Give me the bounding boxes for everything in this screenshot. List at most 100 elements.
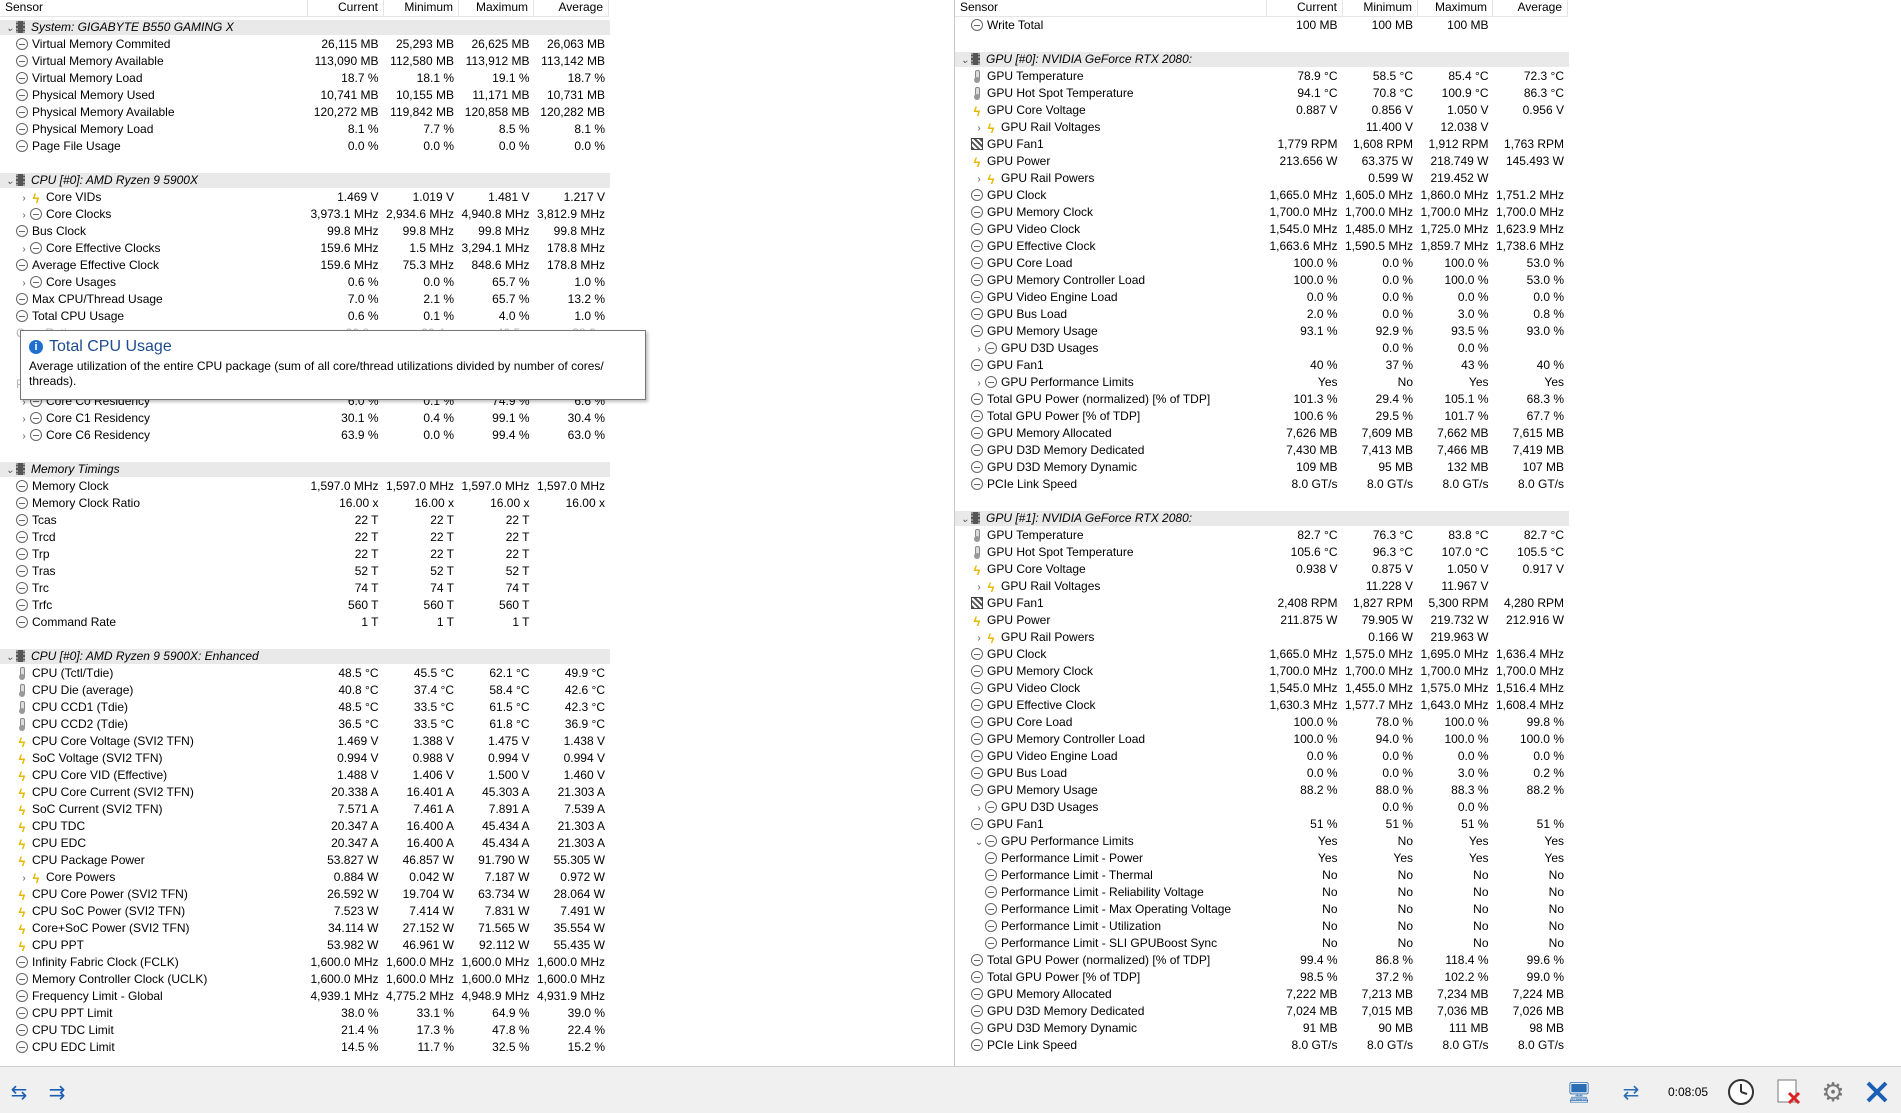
maximum-value: 1,597.0 MHz [461, 479, 530, 493]
col-sensor-right[interactable]: Sensor [955, 0, 1267, 17]
sensor-label: CPU CCD2 (Tdie) [32, 717, 129, 731]
collapse-chevron-icon[interactable]: ⌄ [973, 834, 985, 850]
expand-chevron-icon[interactable]: › [18, 411, 30, 427]
col-average-right[interactable]: Average [1493, 0, 1568, 17]
minimum-value: 0.1 % [423, 309, 454, 323]
column-header[interactable]: Sensor Current Minimum Maximum Average [0, 0, 609, 17]
sensor-name-cell: ϟ CPU PPT [0, 937, 308, 954]
col-sensor[interactable]: Sensor [0, 0, 308, 17]
col-average[interactable]: Average [534, 0, 609, 17]
collapse-chevron-icon[interactable]: ⌄ [959, 511, 971, 527]
expand-chevron-icon[interactable]: › [18, 275, 30, 291]
maximum-value: 1.475 V [488, 734, 530, 748]
maximum-value: 51 % [1461, 817, 1489, 831]
sensor-clock-icon [971, 359, 983, 371]
gear-icon[interactable]: ⚙ [1816, 1077, 1850, 1107]
lightning-bolt-icon: ϟ [987, 172, 995, 187]
sensor-clock-icon [985, 920, 997, 932]
sensor-name-cell: ⌄ GPU [#0]: NVIDIA GeForce RTX 2080: [955, 51, 1267, 68]
minimum-value: No [1397, 834, 1413, 848]
sensor-name-cell: ⌄ GPU Performance Limits [955, 833, 1267, 850]
sensor-label: Core Clocks [46, 207, 112, 221]
sensor-name-cell: GPU Effective Clock [955, 697, 1267, 714]
sensor-name-cell: Physical Memory Used [0, 87, 308, 104]
sensor-label: CPU Core Power (SVI2 TFN) [32, 887, 188, 901]
expand-chevron-icon[interactable]: › [973, 341, 985, 357]
col-minimum-right[interactable]: Minimum [1343, 0, 1418, 17]
average-value: 1,751.2 MHz [1495, 188, 1564, 202]
exit-icon[interactable] [1860, 1077, 1894, 1107]
sensor-name-cell: Memory Clock Ratio [0, 495, 308, 512]
minimum-value: 74 T [430, 581, 454, 595]
average-value: 1,700.0 MHz [1495, 664, 1564, 678]
expand-chevron-icon[interactable]: › [18, 428, 30, 444]
current-value: 98.5 % [1300, 970, 1338, 984]
sensor-name-cell: ϟ CPU Core Current (SVI2 TFN) [0, 784, 308, 801]
maximum-value: 0.0 % [1457, 341, 1489, 355]
sensor-clock-icon [971, 988, 983, 1000]
sensor-label: Performance Limit - SLI GPUBoost Sync [1001, 936, 1218, 950]
current-value: 0.0 % [1306, 749, 1338, 763]
sensor-clock-icon [971, 393, 983, 405]
collapse-chevron-icon[interactable]: ⌄ [4, 20, 16, 36]
sensor-clock-icon [16, 106, 28, 118]
minimum-value: 7,609 MB [1361, 426, 1413, 440]
collapse-chevron-icon[interactable]: ⌄ [959, 52, 971, 68]
sensor-clock-icon [16, 1024, 28, 1036]
sensor-name-cell: GPU Hot Spot Temperature [955, 85, 1267, 102]
sensor-pane-left[interactable]: Sensor Current Minimum Maximum Average ⌄… [0, 0, 955, 1066]
expand-chevron-icon[interactable]: › [973, 120, 985, 136]
maximum-value: 113,912 MB [465, 54, 530, 68]
average-value: 98 MB [1529, 1021, 1564, 1035]
sensor-label: GPU Fan1 [987, 817, 1044, 831]
col-minimum[interactable]: Minimum [384, 0, 459, 17]
minimum-value: 46.961 W [402, 938, 454, 952]
minimum-value: 25,293 MB [395, 37, 454, 51]
sensor-pane-right[interactable]: Sensor Current Minimum Maximum Average W… [955, 0, 1901, 1066]
collapse-chevron-icon[interactable]: ⌄ [4, 462, 16, 478]
average-value: No [1548, 885, 1564, 899]
collapse-chevron-icon[interactable]: ⌄ [4, 173, 16, 189]
close-log-icon[interactable] [1772, 1077, 1806, 1107]
collapse-chevron-icon[interactable]: ⌄ [4, 649, 16, 665]
current-value: 1,665.0 MHz [1269, 647, 1338, 661]
col-maximum[interactable]: Maximum [459, 0, 534, 17]
sensor-clock-icon [16, 990, 28, 1002]
col-current-right[interactable]: Current [1267, 0, 1343, 17]
sensor-name-cell: Command Rate [0, 614, 308, 631]
sensor-name-cell: Performance Limit - Utilization [955, 918, 1267, 935]
minimum-value: 0.166 W [1368, 630, 1413, 644]
current-value: 91 MB [1302, 1021, 1338, 1035]
expand-chevron-icon[interactable]: › [18, 870, 30, 886]
expand-chevron-icon[interactable]: › [18, 207, 30, 223]
monitor-icon[interactable]: 🖥 [1562, 1077, 1596, 1107]
expand-chevron-icon[interactable]: › [973, 375, 985, 391]
current-value: 26.592 W [327, 887, 379, 901]
maximum-value: No [1473, 919, 1489, 933]
sensor-label: GPU Fan1 [987, 358, 1044, 372]
average-value [535, 529, 611, 546]
sensor-label: GPU Core Voltage [987, 562, 1086, 576]
sensor-label: GPU Hot Spot Temperature [987, 86, 1134, 100]
network-icon[interactable]: ⇄ [1614, 1077, 1648, 1107]
expand-chevron-icon[interactable]: › [18, 241, 30, 257]
sensor-label: GPU D3D Memory Dedicated [987, 443, 1145, 457]
lightning-bolt-icon: ϟ [18, 854, 26, 869]
current-value: 2,408 RPM [1277, 596, 1338, 610]
expand-chevron-icon[interactable]: › [973, 800, 985, 816]
col-current[interactable]: Current [308, 0, 384, 17]
expand-chevron-icon[interactable]: › [18, 190, 30, 206]
expand-chevron-icon[interactable]: › [973, 579, 985, 595]
expand-chevron-icon[interactable]: › [973, 171, 985, 187]
current-value: No [1322, 936, 1338, 950]
sensor-label: CPU TDC [32, 819, 86, 833]
column-header-right[interactable]: Sensor Current Minimum Maximum Average [955, 0, 1568, 17]
nav-arrows-icon[interactable]: ⇆ [2, 1077, 36, 1107]
expand-chevron-icon[interactable]: › [973, 630, 985, 646]
clock-icon[interactable] [1724, 1077, 1758, 1107]
minimum-value: 16.00 x [414, 496, 454, 510]
sensor-name-cell: GPU Video Engine Load [955, 748, 1267, 765]
sensor-label: GPU D3D Usages [1001, 800, 1099, 814]
col-maximum-right[interactable]: Maximum [1418, 0, 1493, 17]
nav-arrows-right-icon[interactable]: ⇉ [40, 1077, 74, 1107]
